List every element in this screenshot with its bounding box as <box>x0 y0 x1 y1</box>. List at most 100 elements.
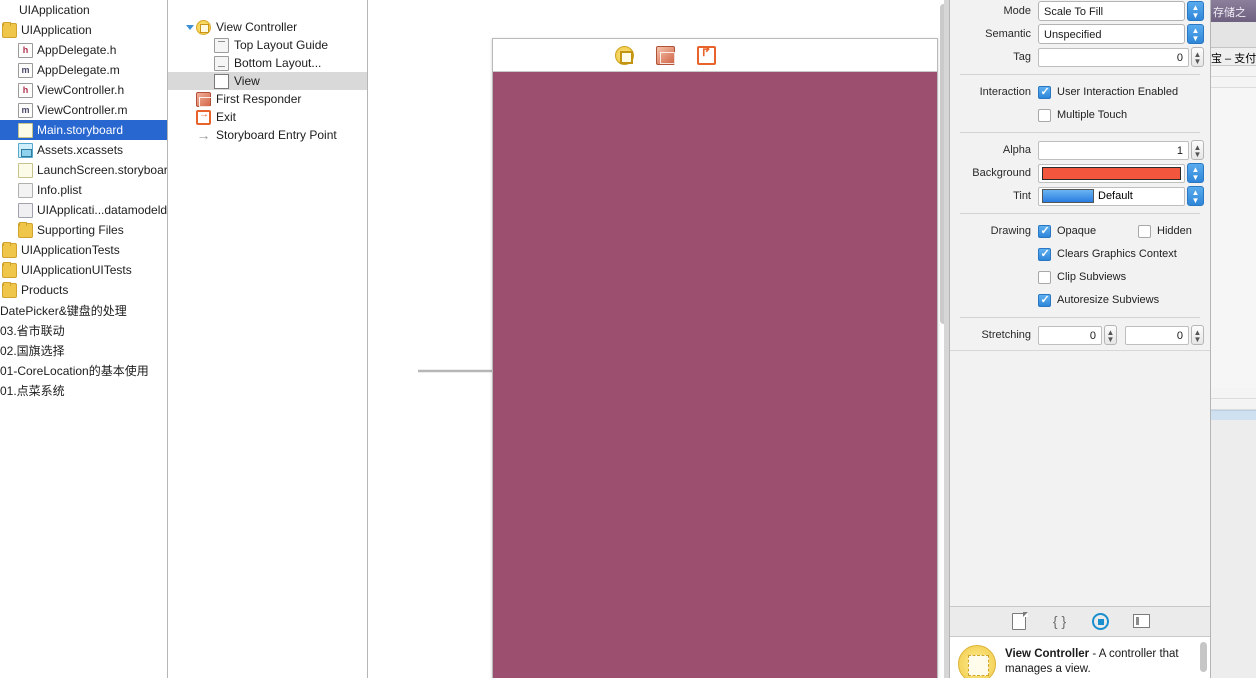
alpha-stepper[interactable]: ▲ ▼ <box>1191 140 1204 160</box>
inspector-divider <box>960 317 1200 318</box>
background-stepper-arrows[interactable]: ▲ ▼ <box>1187 163 1204 183</box>
navigator-item-label: ViewController.m <box>37 103 128 117</box>
view-controller-scene[interactable] <box>492 38 938 678</box>
navigator-item[interactable]: h ViewController.h <box>0 80 167 100</box>
top-layout-guide-icon <box>214 37 229 53</box>
navigator-item[interactable]: UIApplication <box>0 20 167 40</box>
opaque-item[interactable]: Opaque <box>1038 224 1124 238</box>
tint-stepper-arrows[interactable]: ▲ ▼ <box>1187 186 1204 206</box>
background-color-well[interactable] <box>1038 163 1185 183</box>
semantic-popup[interactable]: Unspecified <box>1038 24 1185 44</box>
navigator-item[interactable]: UIApplicationTests <box>0 240 167 260</box>
multiple-touch-checkbox[interactable] <box>1038 108 1051 122</box>
file-template-library-tab[interactable] <box>1009 612 1028 631</box>
background-window-toolbar <box>1211 22 1256 48</box>
navigator-item[interactable]: UIApplicati...datamodeld <box>0 200 167 220</box>
opaque-checkbox[interactable] <box>1038 224 1051 238</box>
navigator-item[interactable]: LaunchScreen.storyboard <box>0 160 167 180</box>
mode-stepper-arrows[interactable]: ▲ ▼ <box>1187 1 1204 21</box>
object-library-tab[interactable] <box>1091 612 1110 631</box>
navigator-item-label: DatePicker&键盘的处理 <box>0 303 127 318</box>
navigator-item[interactable]: DatePicker&键盘的处理 <box>0 300 167 320</box>
outline-item[interactable]: → Storyboard Entry Point <box>168 126 367 144</box>
navigator-item-selected[interactable]: Main.storyboard <box>0 120 167 140</box>
document-outline[interactable]: View Controller Top Layout Guide Bottom La… <box>168 0 367 678</box>
header-file-icon: h <box>18 82 33 98</box>
outline-item[interactable]: View <box>168 72 367 90</box>
background-window-selected-row <box>1211 410 1256 420</box>
autoresize-subviews-item[interactable]: Autoresize Subviews <box>1038 293 1159 307</box>
navigator-item[interactable]: Info.plist <box>0 180 167 200</box>
outline-item[interactable]: Bottom Layout... <box>168 54 367 72</box>
storyboard-canvas[interactable] <box>368 0 949 678</box>
library-scrollbar[interactable] <box>1200 642 1207 672</box>
project-navigator[interactable]: UIApplication UIApplication h AppDelegate.h… <box>0 0 167 678</box>
outline-item-label: Top Layout Guide <box>234 38 329 52</box>
stretching-x-input[interactable]: 0 <box>1038 325 1102 345</box>
view-canvas[interactable] <box>493 72 937 678</box>
navigator-item[interactable]: UIApplicationUITests <box>0 260 167 280</box>
navigator-item[interactable]: 03.省市联动 <box>0 320 167 340</box>
chevron-down-icon[interactable] <box>184 24 196 30</box>
outline-item[interactable]: Top Layout Guide <box>168 36 367 54</box>
background-window[interactable]: 存储之 宝 – 支付 <box>1210 0 1256 678</box>
outline-item[interactable]: First Responder <box>168 90 367 108</box>
bottom-layout-guide-icon <box>214 55 229 71</box>
folder-icon <box>2 21 17 38</box>
navigator-item[interactable]: UIApplication <box>0 0 167 20</box>
stretching-y-stepper[interactable]: ▲ ▼ <box>1191 325 1204 345</box>
view-controller-dock-icon[interactable] <box>614 45 634 65</box>
attributes-inspector[interactable]: Mode Scale To Fill ▲ ▼ Semantic Unspecifi… <box>950 0 1210 678</box>
outline-item[interactable]: Exit <box>168 108 367 126</box>
first-responder-dock-icon[interactable] <box>655 45 675 65</box>
semantic-stepper-arrows[interactable]: ▲ ▼ <box>1187 24 1204 44</box>
autoresize-subviews-checkbox[interactable] <box>1038 293 1051 307</box>
clears-graphics-context-label: Clears Graphics Context <box>1057 248 1177 260</box>
navigator-item[interactable]: h AppDelegate.h <box>0 40 167 60</box>
exit-dock-icon[interactable] <box>696 44 716 65</box>
storyboard-entry-point-icon: → <box>196 126 211 143</box>
user-interaction-enabled-checkbox[interactable] <box>1038 85 1051 99</box>
outline-item-label: Bottom Layout... <box>234 56 322 70</box>
media-library-tab[interactable] <box>1132 612 1151 631</box>
navigator-item[interactable]: Supporting Files <box>0 220 167 240</box>
clip-subviews-item[interactable]: Clip Subviews <box>1038 270 1126 284</box>
navigator-item[interactable]: 01.点菜系统 <box>0 380 167 400</box>
navigator-item[interactable]: 01-CoreLocation的基本使用 <box>0 360 167 380</box>
stretching-y-input[interactable]: 0 <box>1125 325 1189 345</box>
inspector-empty-area <box>950 350 1210 605</box>
navigator-item[interactable]: m ViewController.m <box>0 100 167 120</box>
clip-subviews-checkbox[interactable] <box>1038 270 1051 284</box>
multiple-touch-item[interactable]: Multiple Touch <box>1038 108 1127 122</box>
clears-graphics-context-item[interactable]: Clears Graphics Context <box>1038 247 1177 261</box>
scene-dock[interactable] <box>493 39 937 72</box>
background-window-content <box>1211 88 1256 388</box>
navigator-item[interactable]: Products <box>0 280 167 300</box>
code-snippet-library-tab[interactable]: { } <box>1050 612 1069 631</box>
outline-item[interactable]: View Controller <box>168 18 367 36</box>
user-interaction-enabled-item[interactable]: User Interaction Enabled <box>1038 85 1178 99</box>
tag-input[interactable]: 0 <box>1038 47 1189 67</box>
inspector-divider <box>960 74 1200 75</box>
outline-item-label: Storyboard Entry Point <box>216 128 337 142</box>
clears-graphics-context-checkbox[interactable] <box>1038 247 1051 261</box>
list-item[interactable]: View Controller - A controller that mana… <box>950 637 1210 678</box>
stretching-x-stepper[interactable]: ▲ ▼ <box>1104 325 1117 345</box>
navigator-item[interactable]: m AppDelegate.m <box>0 60 167 80</box>
navigator-item[interactable]: Assets.xcassets <box>0 140 167 160</box>
library-tab-bar[interactable]: { } <box>950 606 1210 637</box>
navigator-item[interactable]: 02.国旗选择 <box>0 340 167 360</box>
hidden-item[interactable]: Hidden <box>1138 224 1192 238</box>
background-window-tab[interactable]: 宝 – 支付 <box>1211 48 1256 66</box>
tag-stepper[interactable]: ▲ ▼ <box>1191 47 1204 67</box>
background-color-swatch[interactable] <box>1042 166 1181 180</box>
exit-icon <box>196 109 211 125</box>
drawing-label: Drawing <box>990 225 1031 237</box>
object-library-list[interactable]: View Controller - A controller that mana… <box>950 637 1210 678</box>
alpha-input[interactable]: 1 <box>1038 140 1189 160</box>
tint-color-swatch[interactable] <box>1042 189 1094 203</box>
tint-color-well[interactable]: Default <box>1038 186 1185 206</box>
outline-scene-row[interactable] <box>168 0 367 18</box>
hidden-checkbox[interactable] <box>1138 224 1151 238</box>
mode-popup[interactable]: Scale To Fill <box>1038 1 1185 21</box>
